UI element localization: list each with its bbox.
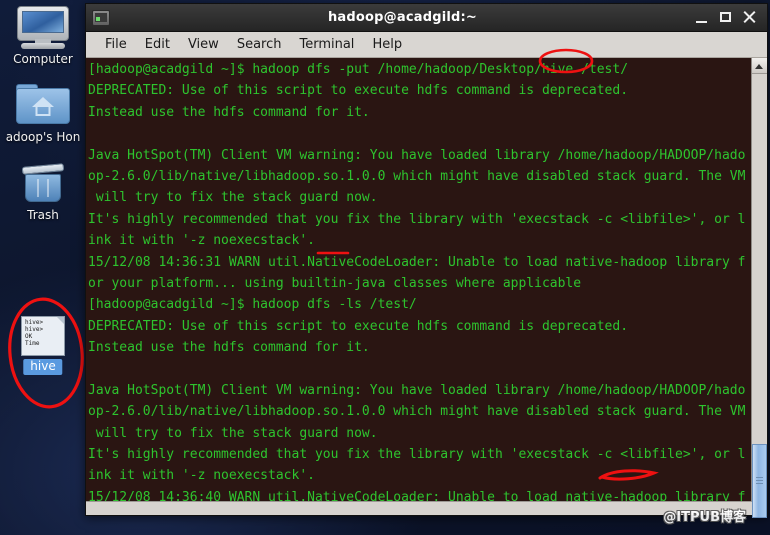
home-folder-icon [0,82,86,128]
terminal-body: [hadoop@acadgild ~]$ hadoop dfs -put /ho… [86,58,767,518]
terminal-line: Instead use the hdfs command for it. [88,104,370,120]
terminal-line: DEPRECATED: Use of this script to execut… [88,83,629,99]
menu-bar: File Edit View Search Terminal Help [86,32,767,58]
desktop-icon-trash-label: Trash [27,208,59,222]
desktop-icon-computer[interactable]: Computer [0,4,86,66]
menu-item-terminal[interactable]: Terminal [290,34,363,55]
terminal-window[interactable]: hadoop@acadgild:~ File Edit View Search … [85,3,768,518]
scroll-up-arrow-icon[interactable] [752,58,767,74]
close-button[interactable] [743,10,756,24]
terminal-line: 15/12/08 14:36:31 WARN util.NativeCodeLo… [88,254,746,270]
desktop-icon-home[interactable]: adoop's Hon [0,82,86,144]
terminal-line: ink it with '-z noexecstack'. [88,233,315,249]
maximize-button[interactable] [719,11,732,24]
minimize-button[interactable] [695,11,708,24]
computer-monitor-icon [0,4,86,50]
desktop-icon-trash[interactable]: Trash [0,160,86,222]
window-title-bar[interactable]: hadoop@acadgild:~ [86,4,767,32]
terminal-line: Java HotSpot(TM) Client VM warning: You … [88,147,746,163]
terminal-line: or your platform... using builtin-java c… [88,275,582,291]
desktop-icon-home-label: adoop's Hon [5,130,81,144]
scrollbar-thumb[interactable] [752,444,767,518]
terminal-line: op-2.6.0/lib/native/libhadoop.so.1.0.0 w… [88,404,746,420]
terminal-line: It's highly recommended that you fix the… [88,211,746,227]
menu-item-view[interactable]: View [179,34,228,55]
terminal-line: Java HotSpot(TM) Client VM warning: You … [88,382,746,398]
file-thumb-line-1: hive> [25,319,44,326]
file-thumb-line-4: Time [25,340,40,347]
terminal-line: ink it with '-z noexecstack'. [88,468,315,484]
desktop-icon-hive-file-label: hive [23,359,63,376]
menu-item-edit[interactable]: Edit [136,34,179,55]
terminal-icon [92,9,110,26]
terminal-line: [hadoop@acadgild ~]$ hadoop dfs -put /ho… [88,62,629,77]
trash-bin-icon [0,160,86,206]
file-thumb-line-2: hive> [25,326,44,333]
terminal-line: 15/12/08 14:36:40 WARN util.NativeCodeLo… [88,489,746,501]
desktop-icon-hive-file[interactable]: hive> hive> OK Time hive [0,316,86,379]
terminal-line: Instead use the hdfs command for it. [88,340,370,356]
window-title: hadoop@acadgild:~ [327,10,478,25]
terminal-line: [hadoop@acadgild ~]$ hadoop dfs -ls /tes… [88,297,417,313]
desktop-icon-computer-label: Computer [13,52,73,66]
terminal-output[interactable]: [hadoop@acadgild ~]$ hadoop dfs -put /ho… [86,58,751,501]
scrollbar-track[interactable] [752,74,767,501]
terminal-line: will try to fix the stack guard now. [88,190,378,206]
menu-item-search[interactable]: Search [228,34,291,55]
terminal-line: op-2.6.0/lib/native/libhadoop.so.1.0.0 w… [88,168,746,184]
watermark: @ITPUB博客 [663,510,746,525]
text-file-icon: hive> hive> OK Time hive [0,316,86,376]
terminal-line: It's highly recommended that you fix the… [88,447,746,463]
terminal-line: will try to fix the stack guard now. [88,425,378,441]
file-thumb-line-3: OK [25,333,33,340]
menu-item-help[interactable]: Help [363,34,411,55]
terminal-line: DEPRECATED: Use of this script to execut… [88,318,629,334]
terminal-scrollbar[interactable] [751,58,767,518]
menu-item-file[interactable]: File [96,34,136,55]
